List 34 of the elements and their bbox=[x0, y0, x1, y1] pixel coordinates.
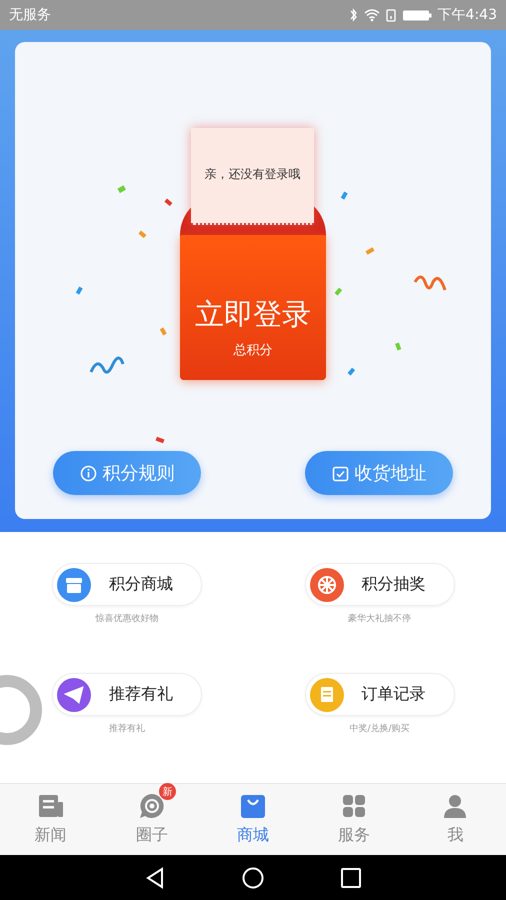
wifi-icon bbox=[364, 8, 380, 22]
feature-button[interactable]: 订单记录 bbox=[304, 673, 454, 716]
shopping-bag-icon bbox=[240, 793, 266, 819]
new-badge: 新 bbox=[158, 783, 176, 800]
back-icon[interactable] bbox=[145, 866, 165, 888]
points-label: 总积分 bbox=[234, 342, 272, 359]
checkbox-icon bbox=[332, 464, 348, 482]
ticket-text: 亲，还没有登录哦 bbox=[204, 166, 300, 183]
feature-subtitle: 中奖/兑换/购买 bbox=[349, 722, 410, 735]
battery-icon bbox=[402, 8, 432, 22]
home-icon[interactable] bbox=[242, 866, 264, 888]
info-icon bbox=[80, 464, 96, 482]
grid-icon bbox=[342, 794, 366, 818]
feature-subtitle: 推荐有礼 bbox=[109, 722, 145, 735]
tab[interactable]: 商城 bbox=[202, 784, 304, 855]
rules-button[interactable]: 积分规则 bbox=[53, 451, 201, 495]
feature-subtitle: 豪华大礼抽不停 bbox=[348, 612, 411, 625]
tab[interactable]: 新闻 bbox=[0, 784, 102, 855]
tab[interactable]: 服务 bbox=[304, 784, 405, 855]
tab[interactable]: 新 圈子 bbox=[101, 784, 202, 855]
sim-card-icon bbox=[386, 8, 396, 22]
feature-button[interactable]: 积分抽奖 bbox=[304, 563, 454, 606]
person-icon bbox=[444, 794, 466, 818]
bluetooth-icon bbox=[350, 8, 358, 22]
feature-subtitle: 惊喜优惠收好物 bbox=[96, 612, 158, 625]
time-text: 下午4:43 bbox=[438, 6, 497, 24]
newspaper-icon bbox=[38, 794, 64, 818]
feature-button[interactable]: 推荐有礼 bbox=[52, 673, 202, 716]
feature-button[interactable]: 积分商城 bbox=[52, 563, 202, 606]
carrier-text: 无服务 bbox=[9, 6, 51, 24]
login-title[interactable]: 立即登录 bbox=[195, 297, 311, 331]
address-button[interactable]: 收货地址 bbox=[305, 451, 453, 495]
tab[interactable]: 我 bbox=[404, 784, 506, 855]
recents-icon[interactable] bbox=[341, 868, 361, 888]
